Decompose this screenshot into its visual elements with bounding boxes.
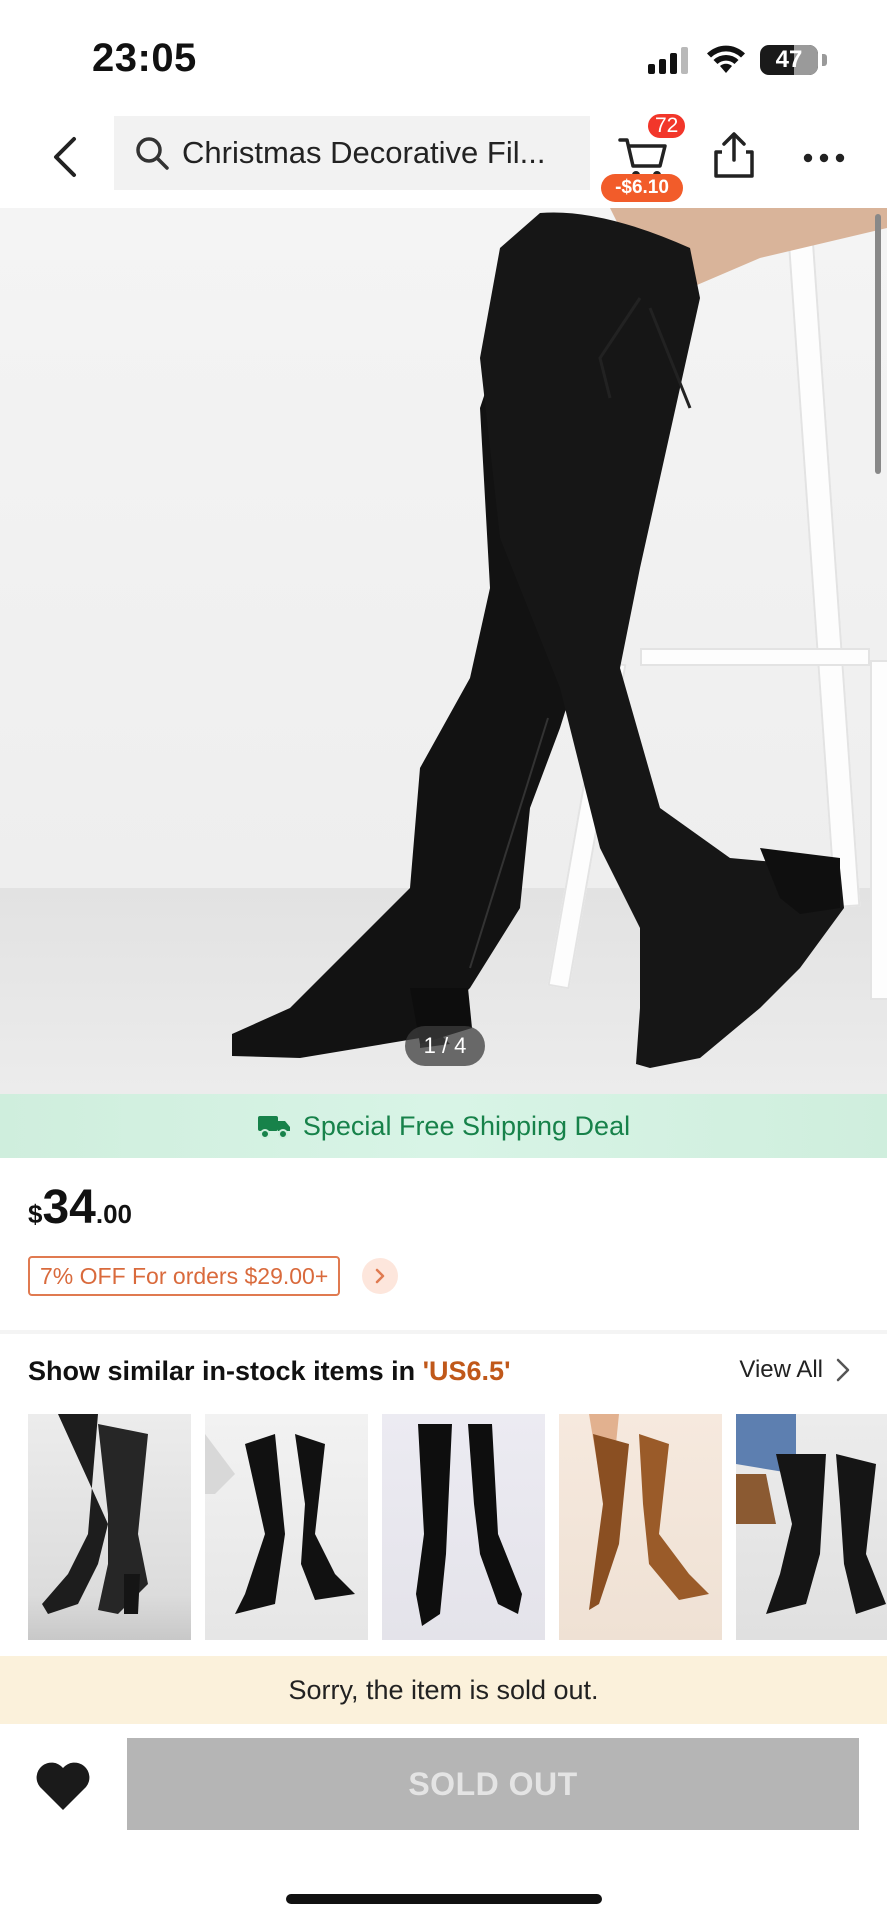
cart-count-badge: 72 — [646, 112, 688, 140]
product-image[interactable]: 1 / 4 — [0, 208, 887, 1094]
sold-out-button[interactable]: SOLD OUT — [127, 1738, 859, 1830]
chevron-right-icon — [836, 1358, 850, 1382]
view-all-label: View All — [739, 1356, 823, 1383]
similar-items-title: Show similar in-stock items in 'US6.5' — [28, 1356, 511, 1387]
home-indicator — [286, 1894, 602, 1904]
boot-thumbnail — [736, 1414, 886, 1614]
share-icon[interactable] — [710, 130, 758, 180]
similar-title-prefix: Show similar in-stock items in — [28, 1356, 423, 1386]
search-icon — [136, 137, 169, 170]
boot-thumbnail — [416, 1424, 522, 1626]
price-currency: $ — [28, 1199, 43, 1229]
back-icon — [54, 137, 76, 177]
similar-item[interactable] — [28, 1414, 191, 1640]
image-scrollbar — [875, 214, 881, 474]
boot-thumbnail — [42, 1414, 148, 1614]
cart-discount-badge: -$6.10 — [601, 174, 683, 202]
search-input[interactable]: Christmas Decorative Fil... — [114, 116, 590, 190]
similar-size-label: 'US6.5' — [422, 1356, 511, 1386]
similar-item[interactable] — [736, 1414, 887, 1640]
section-divider — [0, 1330, 887, 1334]
similar-items-carousel[interactable] — [28, 1414, 887, 1640]
boots-illustration — [232, 208, 887, 1068]
search-query: Christmas Decorative Fil... — [182, 135, 546, 170]
shipping-banner[interactable]: Special Free Shipping Deal — [0, 1094, 887, 1158]
wifi-icon — [707, 45, 745, 73]
price-decimal: .00 — [95, 1199, 133, 1229]
bottom-action-bar: SOLD OUT — [0, 1724, 887, 1920]
shipping-label: Special Free Shipping Deal — [302, 1110, 631, 1141]
battery-nub — [822, 54, 827, 66]
boot-thumbnail — [589, 1414, 709, 1610]
battery-level: 47 — [775, 46, 803, 73]
coupon-badge[interactable]: 7% OFF For orders $29.00+ — [28, 1256, 341, 1296]
view-all-link[interactable]: View All — [739, 1356, 851, 1384]
nav-bar: Christmas Decorative Fil... 72 -$6.10 — [0, 110, 887, 208]
signal-icon — [648, 47, 688, 74]
status-bar: 23:05 47 — [0, 0, 887, 110]
truck-icon — [257, 1116, 290, 1139]
status-time: 23:05 — [92, 36, 197, 80]
boot-thumbnail — [205, 1434, 355, 1614]
similar-item[interactable] — [559, 1414, 722, 1640]
sold-out-notice: Sorry, the item is sold out. — [0, 1656, 887, 1724]
image-counter: 1 / 4 — [405, 1026, 485, 1066]
similar-item[interactable] — [382, 1414, 545, 1640]
coupon-arrow-button[interactable] — [362, 1258, 398, 1294]
price: $ 34 .00 — [28, 1180, 132, 1235]
back-button[interactable] — [40, 132, 90, 182]
battery-indicator: 47 — [760, 45, 818, 75]
price-integer: 34 — [42, 1181, 96, 1234]
heart-icon[interactable] — [34, 1760, 92, 1812]
more-icon[interactable] — [800, 138, 848, 178]
similar-item[interactable] — [205, 1414, 368, 1640]
chevron-right-icon — [375, 1268, 385, 1284]
status-icons: 47 — [648, 40, 827, 80]
